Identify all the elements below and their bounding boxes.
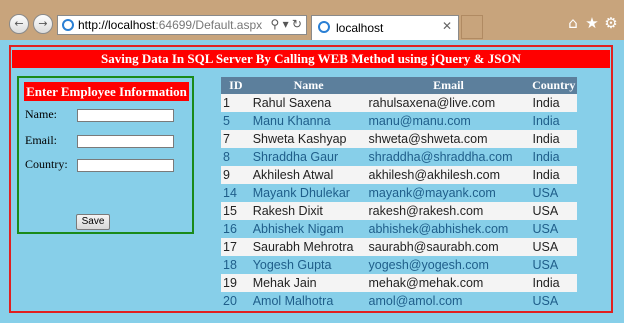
cell-id: 19 [221,274,251,292]
cell-id: 14 [221,184,251,202]
cell-name: Rakesh Dixit [250,202,367,220]
cell-country: USA [530,256,577,274]
cell-country: USA [530,184,577,202]
forward-arrow-icon: → [38,17,48,30]
cell-country: India [530,148,577,166]
form-title: Enter Employee Information [24,82,189,101]
close-tab-icon[interactable]: ✕ [442,19,452,33]
ie-tab-icon [318,21,330,33]
cell-id: 5 [221,112,251,130]
cell-name: Abhishek Nigam [250,220,367,238]
cell-name: Shweta Kashyap [250,130,367,148]
cell-name: Saurabh Mehrotra [250,238,367,256]
page-title: Saving Data In SQL Server By Calling WEB… [12,50,610,68]
cell-id: 1 [221,94,251,112]
home-icon[interactable]: ⌂ [564,14,582,32]
gear-icon[interactable]: ⚙ [602,14,620,32]
search-refresh-icons[interactable]: ⚲ ▾ ↻ [270,17,302,31]
cell-country: India [530,112,577,130]
table-row: 8 Shraddha Gaur shraddha@shraddha.com In… [221,148,577,166]
column-header-name[interactable]: Name [250,77,367,94]
cell-country: India [530,166,577,184]
table-header-row: ID Name Email Country [221,77,577,94]
ie-icon [62,19,74,31]
table-row: 5 Manu Khanna manu@manu.com India [221,112,577,130]
cell-id: 17 [221,238,251,256]
address-bar[interactable]: http://localhost:64699/Default.aspx ⚲ ▾ … [57,15,307,35]
cell-country: USA [530,202,577,220]
cell-email: abhishek@abhishek.com [366,220,531,238]
table-row: 16 Abhishek Nigam abhishek@abhishek.com … [221,220,577,238]
page-content: Saving Data In SQL Server By Calling WEB… [0,40,624,323]
cell-email: mayank@mayank.com [366,184,531,202]
cell-id: 20 [221,292,251,310]
cell-country: India [530,94,577,112]
cell-name: Mehak Jain [250,274,367,292]
cell-country: India [530,130,577,148]
back-button[interactable]: ← [9,14,29,34]
cell-country: USA [530,292,577,310]
cell-email: rakesh@rakesh.com [366,202,531,220]
cell-email: yogesh@yogesh.com [366,256,531,274]
cell-country: India [530,274,577,292]
name-label: Name: [25,107,57,121]
table-row: 7 Shweta Kashyap shweta@shweta.com India [221,130,577,148]
cell-email: amol@amol.com [366,292,531,310]
cell-name: Mayank Dhulekar [250,184,367,202]
name-input[interactable] [77,109,174,122]
cell-id: 7 [221,130,251,148]
cell-name: Rahul Saxena [250,94,367,112]
cell-id: 8 [221,148,251,166]
cell-name: Amol Malhotra [250,292,367,310]
table-row: 20 Amol Malhotra amol@amol.com USA [221,292,577,310]
country-input[interactable] [77,159,174,172]
table-row: 9 Akhilesh Atwal akhilesh@akhilesh.com I… [221,166,577,184]
column-header-id[interactable]: ID [221,77,251,94]
cell-country: USA [530,238,577,256]
cell-name: Akhilesh Atwal [250,166,367,184]
cell-id: 18 [221,256,251,274]
table-row: 1 Rahul Saxena rahulsaxena@live.com Indi… [221,94,577,112]
table-row: 14 Mayank Dhulekar mayank@mayank.com USA [221,184,577,202]
address-url[interactable]: http://localhost:64699/Default.aspx [78,18,262,32]
table-row: 19 Mehak Jain mehak@mehak.com India [221,274,577,292]
cell-name: Manu Khanna [250,112,367,130]
column-header-email[interactable]: Email [366,77,531,94]
cell-email: manu@manu.com [366,112,531,130]
employee-table: ID Name Email Country 1 Rahul Saxena rah… [221,77,577,310]
cell-country: USA [530,220,577,238]
cell-name: Shraddha Gaur [250,148,367,166]
email-label: Email: [25,133,57,147]
cell-id: 9 [221,166,251,184]
favorites-star-icon[interactable]: ★ [583,14,601,32]
country-label: Country: [25,157,68,171]
cell-email: shweta@shweta.com [366,130,531,148]
back-arrow-icon: ← [14,17,24,30]
forward-button[interactable]: → [33,14,53,34]
table-row: 15 Rakesh Dixit rakesh@rakesh.com USA [221,202,577,220]
table-row: 17 Saurabh Mehrotra saurabh@saurabh.com … [221,238,577,256]
column-header-country[interactable]: Country [530,77,577,94]
cell-id: 16 [221,220,251,238]
new-tab-button[interactable] [461,15,483,39]
employee-form: Enter Employee Information Name: Email: … [17,76,194,234]
cell-email: akhilesh@akhilesh.com [366,166,531,184]
browser-chrome: ← → http://localhost:64699/Default.aspx … [0,0,624,41]
tab-title: localhost [336,21,384,35]
save-button[interactable]: Save [76,214,110,230]
cell-email: mehak@mehak.com [366,274,531,292]
email-input[interactable] [77,135,174,148]
table-row: 18 Yogesh Gupta yogesh@yogesh.com USA [221,256,577,274]
tab-localhost[interactable]: localhost ✕ [311,15,459,41]
cell-email: shraddha@shraddha.com [366,148,531,166]
cell-name: Yogesh Gupta [250,256,367,274]
cell-email: saurabh@saurabh.com [366,238,531,256]
cell-id: 15 [221,202,251,220]
cell-email: rahulsaxena@live.com [366,94,531,112]
